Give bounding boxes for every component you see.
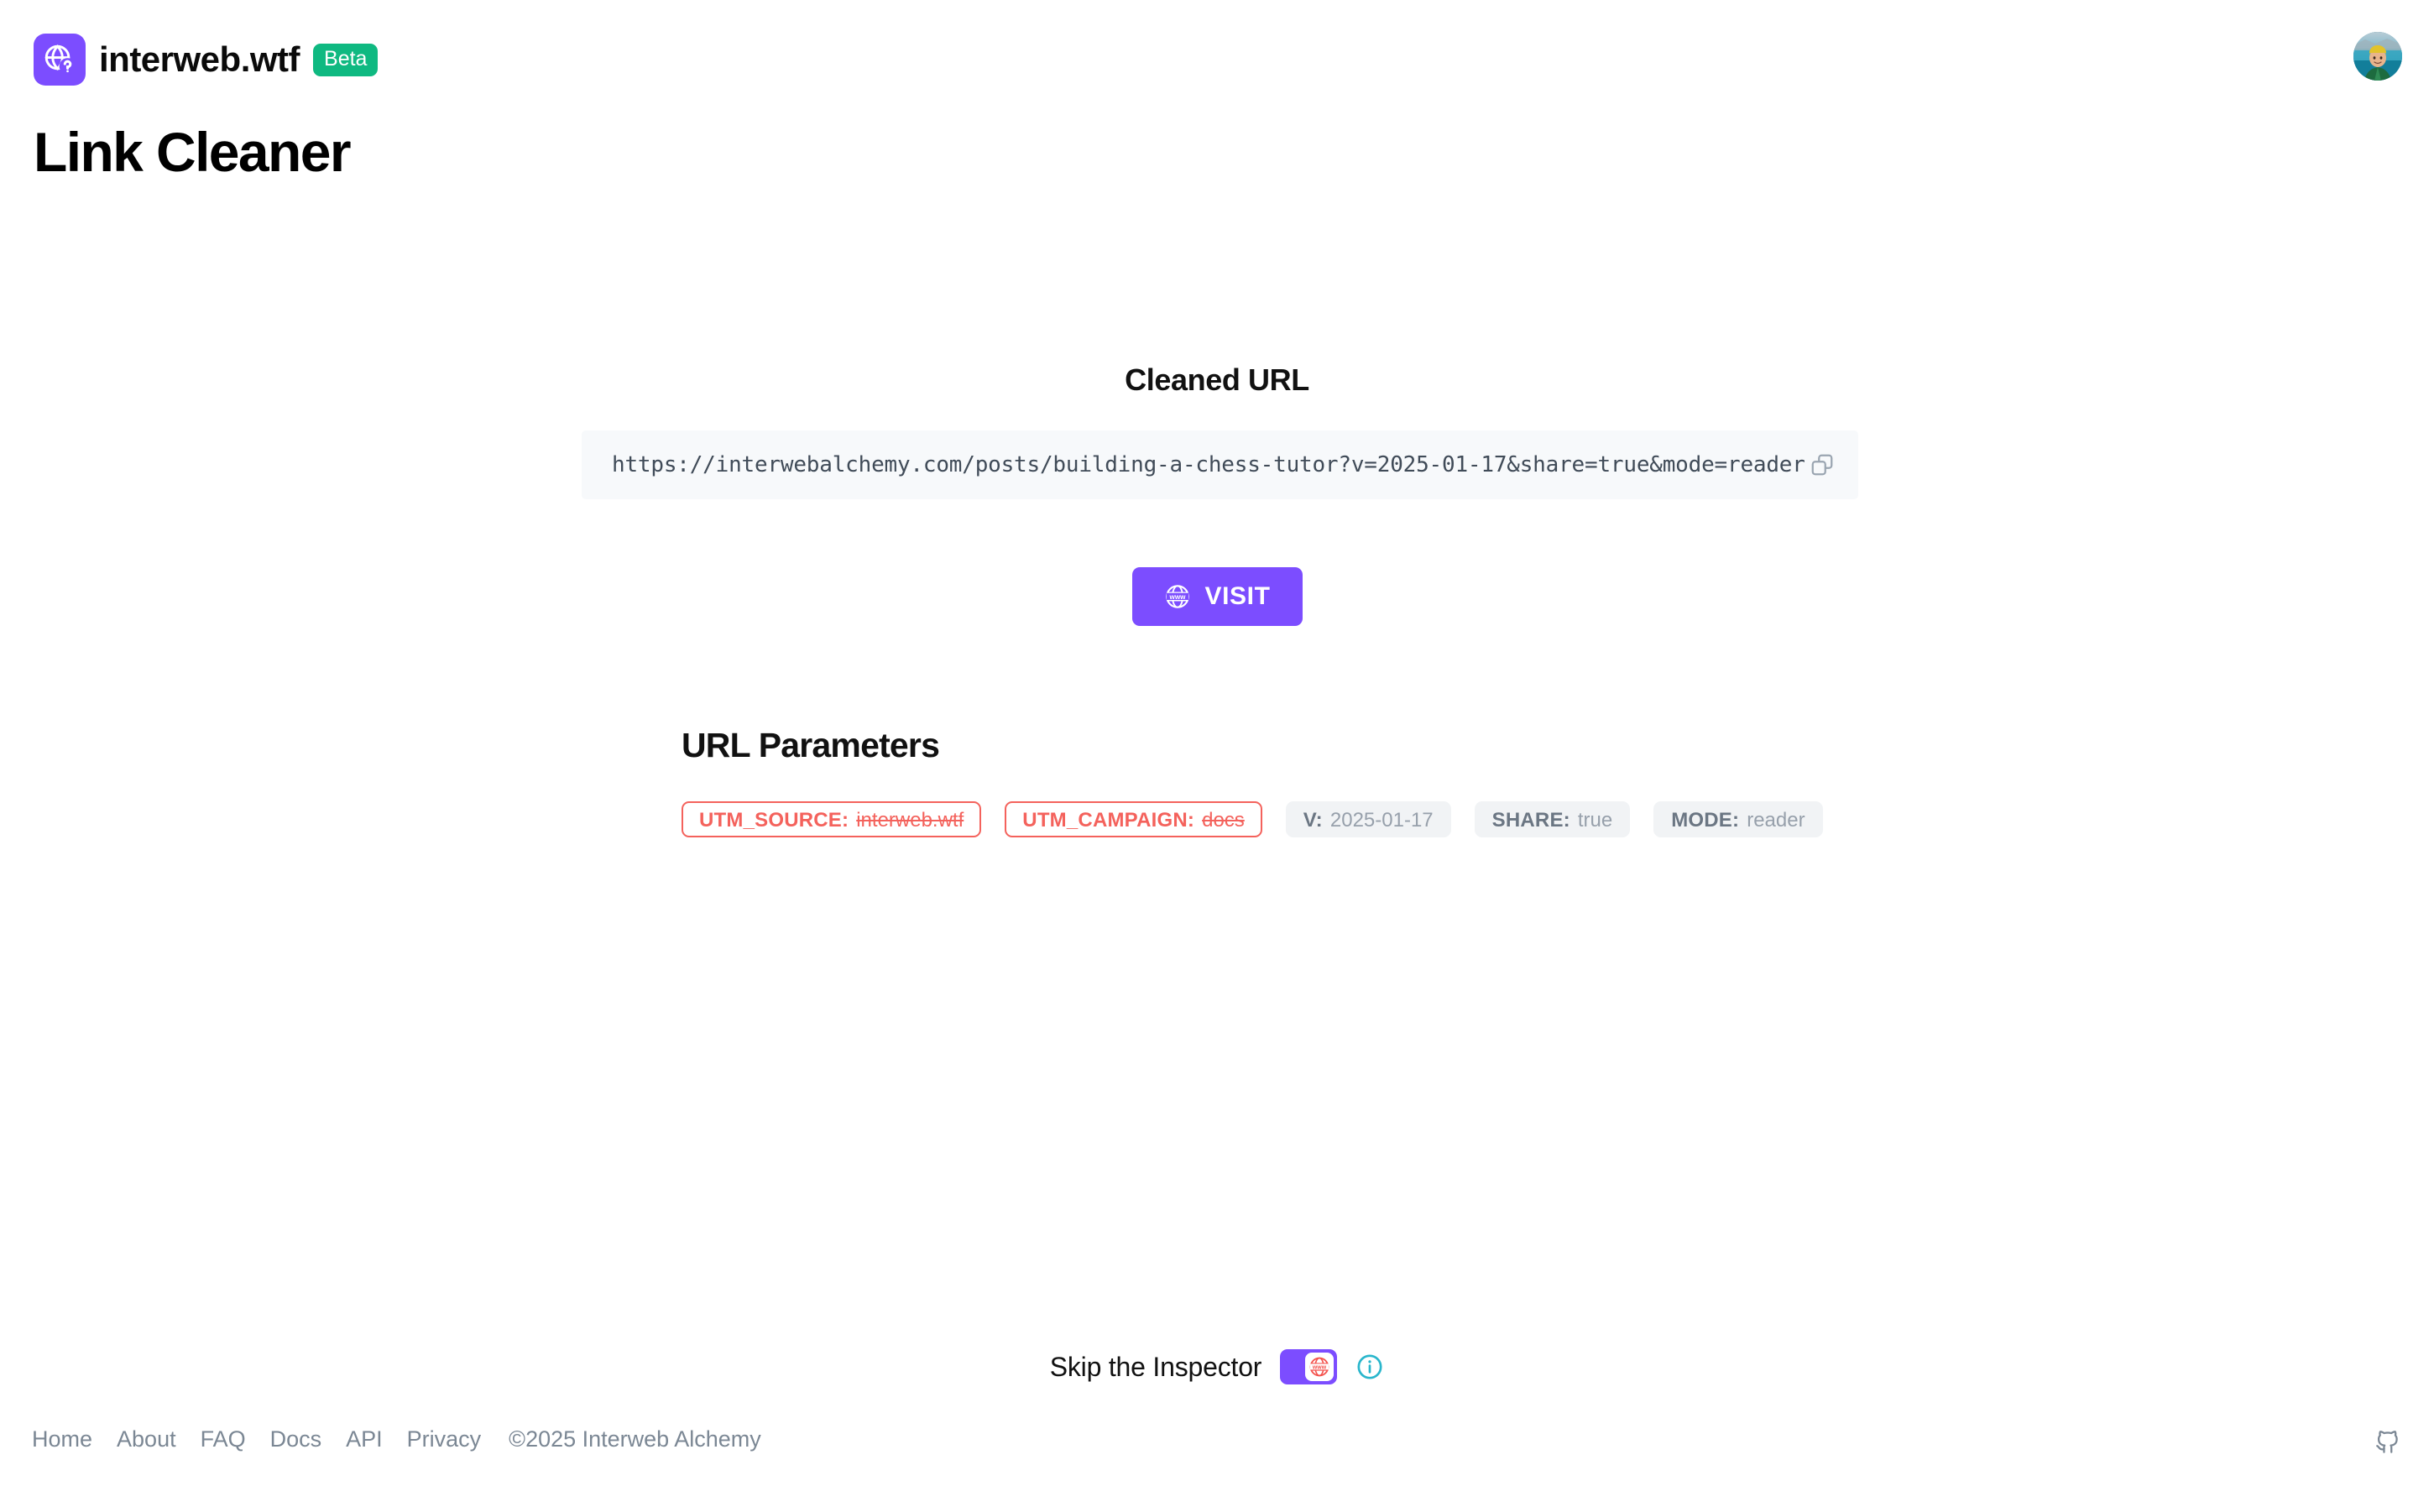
parameter-key: V: — [1303, 809, 1323, 832]
visit-button[interactable]: www VISIT — [1132, 567, 1303, 626]
app-root: interweb.wtf Beta Link Cleaner Cleaned U… — [0, 0, 2434, 1512]
footer-link-about[interactable]: About — [117, 1426, 176, 1452]
parameter-key: SHARE: — [1491, 809, 1570, 832]
parameter-key: UTM_SOURCE: — [699, 809, 849, 832]
info-circle-icon[interactable] — [1355, 1353, 1384, 1381]
skip-inspector-toggle[interactable]: www — [1280, 1349, 1338, 1384]
parameter-value: true — [1577, 809, 1613, 832]
brand-name: interweb.wtf — [99, 39, 300, 79]
parameter-value: 2025-01-17 — [1329, 809, 1434, 832]
www-globe-icon: www — [1164, 583, 1191, 610]
url-parameter-chip[interactable]: SHARE: true — [1474, 801, 1631, 837]
footer-link-faq[interactable]: FAQ — [201, 1426, 246, 1452]
brand-header: interweb.wtf Beta — [34, 34, 379, 86]
toggle-knob: www — [1305, 1353, 1335, 1381]
footer-links: Home About FAQ Docs API Privacy ©2025 Interweb… — [32, 1426, 761, 1452]
svg-text:www: www — [1169, 593, 1187, 601]
footer-link-api[interactable]: API — [346, 1426, 383, 1452]
footer-link-home[interactable]: Home — [32, 1426, 92, 1452]
svg-text:www: www — [1312, 1365, 1327, 1371]
footer-link-docs[interactable]: Docs — [270, 1426, 322, 1452]
parameter-value: reader — [1747, 809, 1805, 832]
github-icon[interactable] — [2374, 1426, 2402, 1455]
parameter-value: docs — [1202, 809, 1245, 832]
cleaned-url-value: https://interwebalchemy.com/posts/buildi… — [612, 452, 1805, 477]
parameter-key: MODE: — [1671, 809, 1740, 832]
cleaned-url-field[interactable]: https://interwebalchemy.com/posts/buildi… — [582, 430, 1858, 499]
url-parameter-list: UTM_SOURCE: interweb.wtf UTM_CAMPAIGN: docs… — [682, 801, 1857, 837]
url-parameter-chip[interactable]: UTM_SOURCE: interweb.wtf — [682, 801, 982, 837]
url-parameter-chip[interactable]: MODE: reader — [1653, 801, 1823, 837]
page-title: Link Cleaner — [34, 121, 352, 183]
beta-badge: Beta — [313, 43, 379, 76]
url-parameter-chip[interactable]: UTM_CAMPAIGN: docs — [1005, 801, 1262, 837]
url-parameters-heading: URL Parameters — [682, 726, 940, 764]
globe-question-icon[interactable] — [34, 34, 86, 86]
cleaned-url-heading: Cleaned URL — [1125, 362, 1309, 397]
parameter-key: UTM_CAMPAIGN: — [1022, 809, 1195, 832]
avatar[interactable] — [2353, 32, 2402, 81]
inspector-toggle-label: Skip the Inspector — [1049, 1351, 1262, 1382]
copy-icon[interactable] — [1810, 452, 1835, 477]
inspector-toggle-row: Skip the Inspector www — [0, 1349, 2434, 1384]
parameter-value: interweb.wtf — [856, 809, 964, 832]
footer-copyright: ©2025 Interweb Alchemy — [509, 1426, 761, 1452]
url-parameter-chip[interactable]: V: 2025-01-17 — [1285, 801, 1451, 837]
footer-link-privacy[interactable]: Privacy — [407, 1426, 482, 1452]
visit-button-label: VISIT — [1204, 582, 1271, 610]
